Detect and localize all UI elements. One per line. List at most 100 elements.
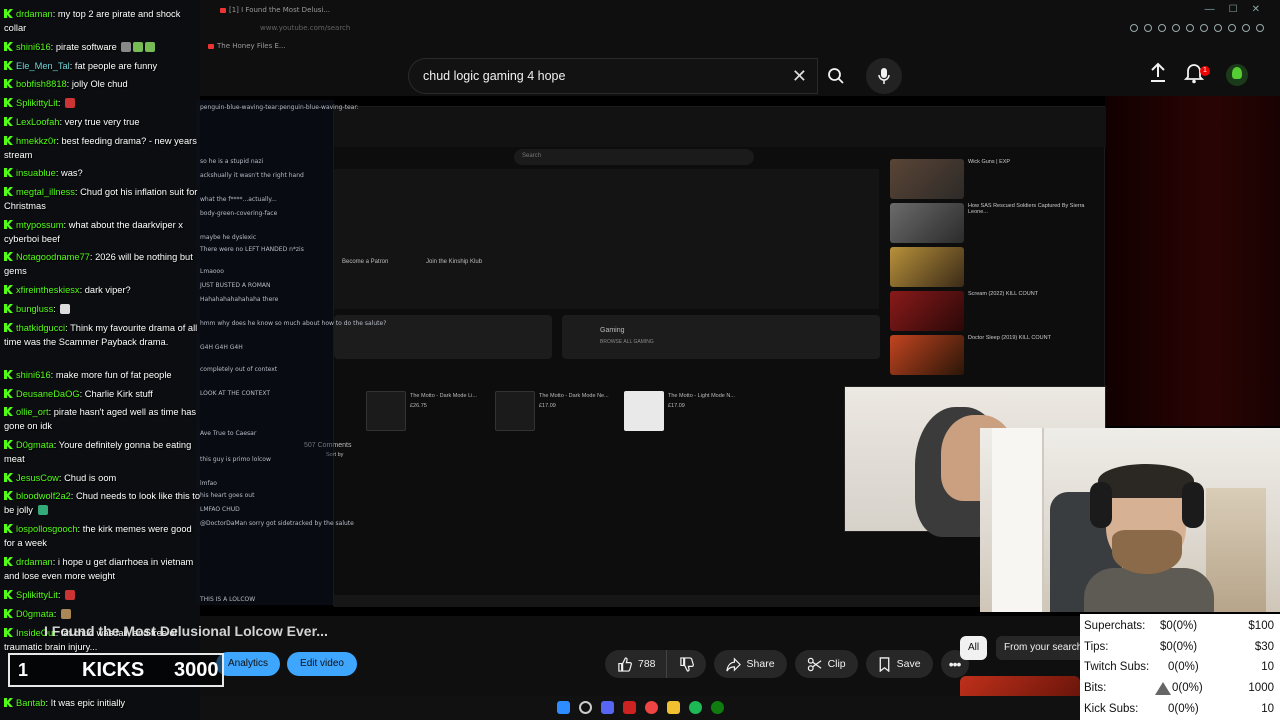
emote-icon — [60, 304, 71, 314]
scissors-icon — [807, 657, 821, 671]
like-button[interactable]: 788 — [605, 650, 666, 678]
browser-tab-strip: [1] I Found the Most Delusi... The Honey… — [200, 0, 1280, 56]
chat-username: shini616 — [16, 42, 51, 52]
donation-goal: $100 — [1248, 620, 1274, 632]
save-label: Save — [896, 658, 921, 670]
chat-text: Chud is oom — [64, 473, 117, 483]
save-button[interactable]: Save — [865, 650, 933, 678]
extension-icon[interactable] — [1186, 24, 1194, 32]
emote-icon — [65, 590, 76, 600]
kick-badge-icon — [4, 440, 13, 449]
headphone-left — [1090, 482, 1112, 528]
thumb-title: Doctor Sleep (2019) KILL COUNT — [968, 335, 1051, 341]
extension-icons — [1130, 24, 1264, 32]
xbox-icon[interactable] — [711, 701, 724, 714]
ghost-message: Lmaooo — [200, 268, 224, 275]
more-icon: ••• — [948, 656, 962, 672]
extension-icon[interactable] — [1172, 24, 1180, 32]
extension-icon[interactable] — [1214, 24, 1222, 32]
chat-message: lospollosgooch: the kirk memes were good… — [4, 524, 192, 548]
chat-message: DeusaneDaOG: Charlie Kirk stuff — [4, 388, 200, 402]
close-icon[interactable]: ✕ — [1252, 4, 1260, 15]
filter-chip-all[interactable]: All — [960, 636, 988, 660]
extension-icon[interactable] — [1228, 24, 1236, 32]
kick-badge-icon — [4, 389, 13, 398]
streamer-cap — [1098, 464, 1194, 498]
voice-search-button[interactable] — [866, 58, 902, 94]
donation-row: Bits: 0(0%) 1000 — [1080, 678, 1280, 698]
filter-chip-from-your-search[interactable]: From your search — [996, 636, 1086, 660]
kick-badge-icon — [4, 323, 13, 332]
chat-username: SplikittyLit — [16, 98, 58, 108]
search-icon — [828, 68, 844, 84]
extension-icon[interactable] — [1130, 24, 1138, 32]
chrome-icon[interactable] — [645, 701, 658, 714]
inner-channel-banner: Become a Patron Join the Kinship Klub — [334, 169, 879, 309]
ghost-message: hmm why does he know so much about how t… — [200, 320, 387, 327]
donation-value: 0(0%) — [1168, 661, 1199, 673]
chat-text: It was epic initially — [50, 698, 126, 708]
thumbnail — [890, 335, 964, 375]
app-icon[interactable] — [623, 701, 636, 714]
merch-name: The Motto - Dark Mode Li... — [410, 393, 477, 399]
search-button[interactable] — [816, 58, 856, 94]
upload-button[interactable] — [1148, 62, 1172, 90]
share-button[interactable]: Share — [713, 650, 787, 678]
kick-badge-icon — [4, 187, 13, 196]
clear-search-icon[interactable]: ✕ — [792, 66, 807, 87]
donation-value: 0(0%) — [1172, 682, 1203, 694]
ghost-message: LMFAO CHUD — [200, 506, 240, 513]
chat-message: drdaman: my top 2 are pirate and shock c… — [4, 9, 181, 33]
spotify-icon[interactable] — [689, 701, 702, 714]
donation-row: Kick Subs: 0(0%) 10 — [1080, 699, 1280, 719]
extension-icon[interactable] — [1158, 24, 1166, 32]
chat-message: shini616: pirate software — [4, 41, 200, 55]
extension-icon[interactable] — [1200, 24, 1208, 32]
chat-username: bungluss — [16, 304, 54, 314]
search-input[interactable]: chud logic gaming 4 hope ✕ — [408, 58, 818, 94]
chat-username: drdaman — [16, 9, 53, 19]
chat-message: bloodwolf2a2: Chud needs to look like th… — [4, 491, 201, 515]
shelf — [1206, 488, 1266, 612]
merch-price: £17.09 — [668, 403, 685, 409]
folder-icon[interactable] — [667, 701, 680, 714]
kick-badge-icon — [4, 117, 13, 126]
donation-goal: 10 — [1261, 661, 1274, 673]
youtube-header: [1] I Found the Most Delusi... The Honey… — [200, 0, 1280, 100]
maximize-icon[interactable]: ☐ — [1229, 4, 1238, 15]
dislike-button[interactable] — [665, 650, 706, 678]
thumbs-down-icon — [679, 656, 694, 672]
extension-icon[interactable] — [1144, 24, 1152, 32]
chat-message: insuablue: was? — [4, 167, 200, 181]
avatar[interactable] — [1226, 64, 1248, 86]
donation-label: Superchats: — [1084, 620, 1146, 632]
extension-icon[interactable] — [1242, 24, 1250, 32]
thumbnail — [890, 203, 964, 243]
chat-message: thatkidgucci: Think my favourite drama o… — [4, 323, 198, 347]
chat-username: SplikittyLit — [16, 590, 58, 600]
discord-icon[interactable] — [601, 701, 614, 714]
webcam-feed — [980, 428, 1280, 612]
search-taskbar-icon[interactable] — [579, 701, 592, 714]
analytics-button[interactable]: Analytics — [216, 652, 280, 676]
extension-icon[interactable] — [1256, 24, 1264, 32]
chat-message: Notagoodname77: 2026 will be nothing but… — [4, 252, 193, 276]
donation-row: Superchats: $0(0%) $100 — [1080, 616, 1280, 636]
windows-taskbar — [200, 696, 1080, 720]
thumbnail — [890, 291, 964, 331]
edit-video-button[interactable]: Edit video — [287, 652, 357, 676]
browser-tab[interactable]: The Honey Files E... — [208, 42, 286, 50]
chat-username: LexLoofah — [16, 117, 60, 127]
chat-username: xfireintheskiesx — [16, 285, 80, 295]
chat-text: very true very true — [64, 117, 140, 127]
inner-gaming-card: Gaming BROWSE ALL GAMING — [562, 315, 880, 359]
ghost-message: There were no LEFT HANDED n*zis — [200, 246, 304, 253]
minimize-icon[interactable]: — — [1205, 4, 1215, 15]
emote-icon — [60, 609, 71, 619]
windows-start-icon[interactable] — [557, 701, 570, 714]
chat-message: SplikittyLit: — [4, 589, 200, 603]
ghost-message: penguin-blue-waving-tear:penguin-blue-wa… — [200, 104, 359, 111]
donation-label: Kick Subs: — [1084, 703, 1139, 715]
browser-tab[interactable]: [1] I Found the Most Delusi... — [220, 6, 330, 14]
clip-button[interactable]: Clip — [794, 650, 858, 678]
